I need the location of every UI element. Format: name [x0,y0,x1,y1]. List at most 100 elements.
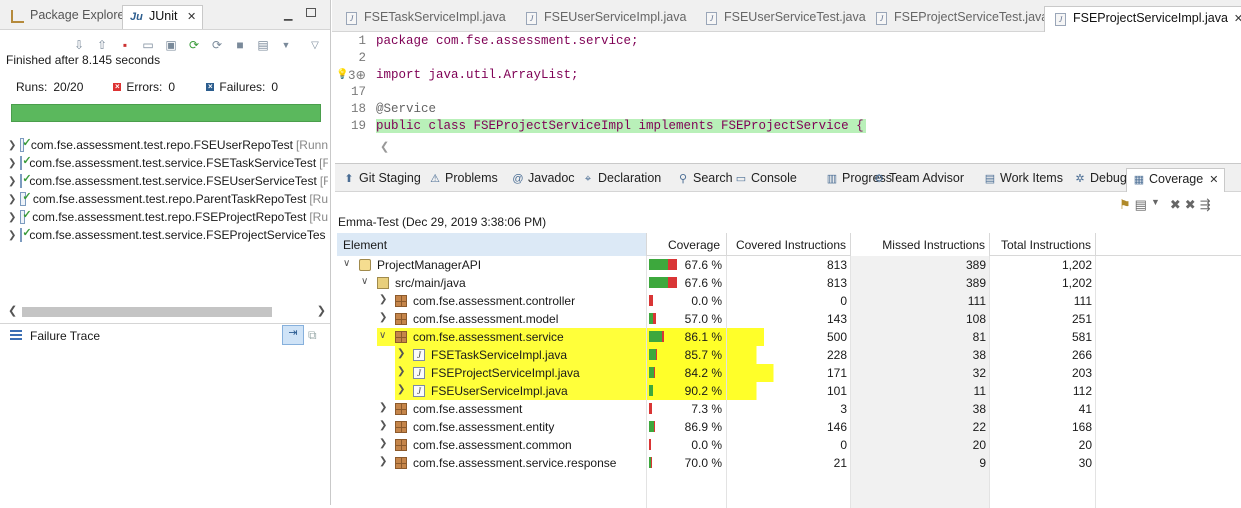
test-class-row[interactable]: ❯ com.fse.assessment.test.service.FSETask… [8,154,328,172]
test-class-row[interactable]: ❯ com.fse.assessment.test.service.FSEProj… [8,226,328,244]
team-advisor-icon: ⚙ [874,173,884,185]
chevron-right-icon[interactable]: ❯ [379,402,387,413]
minimize-icon[interactable]: ▁ [284,8,292,21]
missed-instructions-cell: 111 [851,292,990,310]
coverage-row[interactable]: ❯ J FSEProjectServiceImpl.java 84.2 % 171 32 2… [337,364,1241,382]
editor-tab[interactable]: J FSETaskServiceImpl.java [336,6,516,32]
rerun-icon[interactable]: ⟳ [185,36,203,54]
maximize-icon[interactable] [306,8,316,17]
test-tree-scrollbar[interactable]: ❮ ❯ [8,304,326,320]
remove-session-icon[interactable]: ✖ [1170,197,1181,213]
merge-sessions-icon[interactable]: ⇶ [1200,197,1211,213]
junit-toolbar: ⇩ ⇧ ▪ ▭ ▣ ⟳ ⟳ ■ ▤ ▼ ▽ [70,36,324,54]
filter-stack-icon[interactable]: ⇥ [282,325,304,345]
chevron-right-icon[interactable]: ❯ [379,456,387,467]
test-class-row[interactable]: ❯ com.fse.assessment.test.repo.FSEProject… [8,208,328,226]
previous-failure-icon[interactable]: ⇧ [93,36,111,54]
coverage-row[interactable]: ∨ src/main/java 67.6 % 813 389 1,202 [337,274,1241,292]
session-select-icon[interactable]: ▤ [1135,197,1147,213]
covered-instructions-cell: 0 [727,292,851,310]
history-dropdown-icon[interactable]: ▼ [277,36,295,54]
column-missed-instructions[interactable]: Missed Instructions [851,233,990,256]
editor-tab[interactable]: J FSEUserServiceTest.java [696,6,876,32]
close-icon[interactable]: ✕ [1234,12,1241,25]
layout-icon[interactable]: ▣ [162,36,180,54]
chevron-right-icon[interactable]: ❯ [8,176,16,187]
editor-tab[interactable]: J FSEProjectServiceImpl.java ✕ [1044,6,1241,32]
coverage-row[interactable]: ❯ com.fse.assessment.service.response 70.0… [337,454,1241,472]
chevron-down-icon[interactable]: ∨ [343,258,350,269]
editor-tab[interactable]: J FSEProjectServiceTest.java [866,6,1058,32]
chevron-right-icon[interactable]: ❯ [397,348,405,359]
column-total-instructions[interactable]: Total Instructions [990,233,1096,256]
stop-icon[interactable]: ■ [231,36,249,54]
column-covered-instructions[interactable]: Covered Instructions [727,233,851,256]
chevron-right-icon[interactable]: ❯ [8,230,16,241]
history-icon[interactable]: ▤ [254,36,272,54]
coverage-row[interactable]: ∨ ProjectManagerAPI 67.6 % 813 389 1,202 [337,256,1241,274]
coverage-row[interactable]: ❯ com.fse.assessment.controller 0.0 % 0 111 1… [337,292,1241,310]
view-tab[interactable]: ▭ Console [729,168,803,192]
coverage-bar [649,349,657,360]
chevron-down-icon[interactable]: ∨ [361,276,368,287]
scroll-left-icon[interactable]: ❮ [8,304,17,317]
relaunch-icon[interactable]: ⚑ [1119,197,1131,213]
test-class-name: com.fse.assessment.test.repo.FSEProjectR… [32,210,307,224]
editor-tab[interactable]: J FSEUserServiceImpl.java [516,6,696,32]
next-failure-icon[interactable]: ⇩ [70,36,88,54]
column-element[interactable]: Element [337,233,647,256]
chevron-right-icon[interactable]: ❯ [8,212,16,223]
coverage-row[interactable]: ∨ com.fse.assessment.service 86.1 % 500 81 58… [337,328,1241,346]
chevron-right-icon[interactable]: ❯ [379,294,387,305]
view-tab[interactable]: ✲ Debug [1068,168,1133,192]
view-tab[interactable]: ▤ Work Items [978,168,1069,192]
coverage-row[interactable]: ❯ com.fse.assessment 7.3 % 3 38 41 [337,400,1241,418]
chevron-right-icon[interactable]: ❯ [8,140,16,151]
covered-bar [649,349,656,360]
coverage-row[interactable]: ❯ com.fse.assessment.common 0.0 % 0 20 20 [337,436,1241,454]
compare-result-icon[interactable]: ⧉ [308,328,317,343]
coverage-toolbar: ⚑ ▤ ▼ ✖ ✖ ⇶ [1119,197,1211,213]
view-tab[interactable]: @ Javadoc [506,168,581,192]
failure-icon: × [206,82,215,91]
coverage-row[interactable]: ❯ J FSETaskServiceImpl.java 85.7 % 228 38 266 [337,346,1241,364]
rerun-failed-icon[interactable]: ⟳ [208,36,226,54]
view-tab[interactable]: ⚠ Problems [423,168,504,192]
scrollbar-thumb[interactable] [22,307,272,317]
chevron-right-icon[interactable]: ❯ [379,420,387,431]
chevron-right-icon[interactable]: ❯ [397,366,405,377]
test-class-row[interactable]: ❯ com.fse.assessment.test.repo.ParentTask… [8,190,328,208]
view-menu-icon[interactable]: ▽ [306,36,324,54]
view-tab[interactable]: ⚙ Team Advisor [867,168,970,192]
warning-marker-icon[interactable]: 💡 [336,69,348,81]
chevron-right-icon[interactable]: ❯ [379,438,387,449]
remove-all-sessions-icon[interactable]: ✖ [1185,197,1196,213]
code-area[interactable]: 1 package com.fse.assessment.service; 2 3⊕ i… [332,32,1241,134]
view-tab[interactable]: ⌖ Declaration [576,168,667,192]
test-class-row[interactable]: ❯ com.fse.assessment.test.service.FSEUser… [8,172,328,190]
coverage-row[interactable]: ❯ com.fse.assessment.entity 86.9 % 146 22 168 [337,418,1241,436]
test-class-row[interactable]: ❯ com.fse.assessment.test.repo.FSEUserRep… [8,136,328,154]
chevron-right-icon[interactable]: ❯ [379,312,387,323]
scroll-right-icon[interactable]: ❯ [317,304,326,317]
tab-package-explorer[interactable]: Package Explorer [4,5,135,29]
session-dropdown-icon[interactable]: ▼ [1151,197,1160,213]
tab-junit[interactable]: Ju JUnit ✕ [122,5,204,29]
column-coverage[interactable]: Coverage [647,233,727,256]
close-icon[interactable]: ✕ [187,10,196,23]
chevron-right-icon[interactable]: ❯ [397,384,405,395]
coverage-percent: 84.2 % [684,366,722,380]
chevron-down-icon[interactable]: ∨ [379,330,386,341]
scroll-lock-icon[interactable]: ▭ [139,36,157,54]
view-tab[interactable]: ⬆ Git Staging [337,168,427,192]
row-filler [1096,382,1241,400]
view-tab[interactable]: ▦ Coverage ✕ [1126,168,1226,192]
code-scroll-left-icon[interactable]: ❮ [380,140,389,153]
coverage-row[interactable]: ❯ com.fse.assessment.model 57.0 % 143 108 251 [337,310,1241,328]
chevron-right-icon[interactable]: ❯ [8,158,16,169]
chevron-right-icon[interactable]: ❯ [8,194,16,205]
coverage-row[interactable]: ❯ J FSEUserServiceImpl.java 90.2 % 101 11 112 [337,382,1241,400]
show-failures-only-icon[interactable]: ▪ [116,36,134,54]
package-icon [395,313,407,325]
close-icon[interactable]: ✕ [1209,173,1218,186]
